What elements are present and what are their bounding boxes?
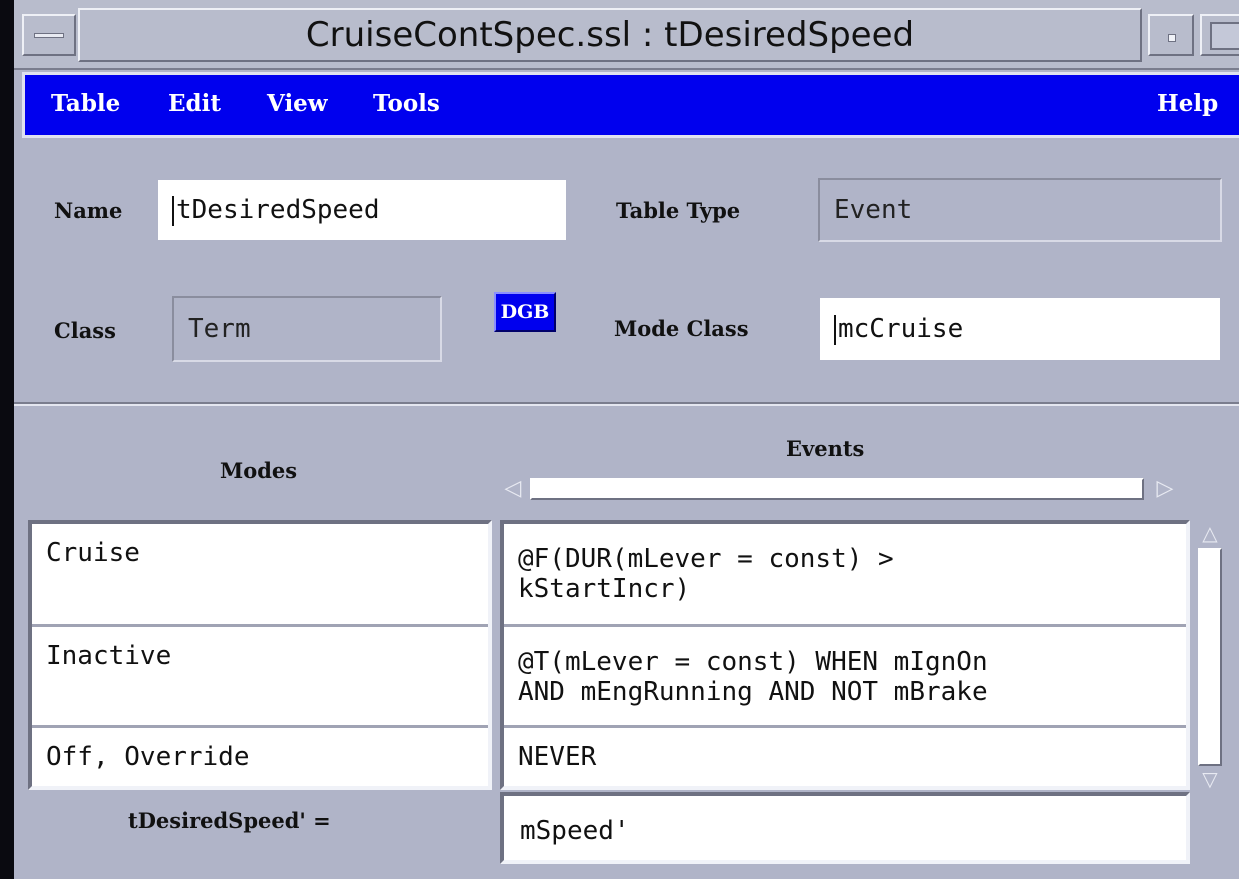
mode-cell-cruise[interactable]: Cruise bbox=[32, 524, 488, 624]
result-expression-field[interactable]: mSpeed' bbox=[500, 792, 1190, 864]
table-type-label: Table Type bbox=[616, 198, 741, 223]
event-cell-inactive[interactable]: @T(mLever = const) WHEN mIgnOn AND mEngR… bbox=[504, 627, 1186, 725]
mode-class-field[interactable]: mcCruise bbox=[818, 296, 1222, 362]
menu-help[interactable]: Help bbox=[1157, 90, 1218, 117]
mode-cell-off-override[interactable]: Off, Override bbox=[32, 728, 488, 786]
class-field: Term bbox=[172, 296, 442, 362]
menu-bar: Table Edit View Tools Help bbox=[22, 72, 1239, 138]
menu-edit[interactable]: Edit bbox=[168, 90, 221, 117]
menu-view[interactable]: View bbox=[267, 90, 328, 117]
window-menu-button[interactable] bbox=[22, 14, 76, 56]
minimize-icon bbox=[1168, 34, 1176, 42]
event-cell-off-override[interactable]: NEVER bbox=[504, 728, 1186, 786]
name-label: Name bbox=[54, 198, 123, 223]
modes-column: Cruise Inactive Off, Override bbox=[28, 520, 492, 790]
title-bar: CruiseContSpec.ssl : tDesiredSpeed bbox=[14, 0, 1239, 70]
maximize-button[interactable] bbox=[1200, 14, 1239, 56]
mode-class-label: Mode Class bbox=[614, 316, 749, 341]
menu-table[interactable]: Table bbox=[51, 90, 120, 117]
text-cursor-icon bbox=[172, 196, 174, 226]
modes-header: Modes bbox=[220, 458, 298, 483]
window-menu-icon bbox=[34, 33, 64, 38]
scroll-up-icon[interactable]: △ bbox=[1196, 520, 1224, 546]
mode-cell-inactive[interactable]: Inactive bbox=[32, 627, 488, 725]
scroll-down-icon[interactable]: ▽ bbox=[1196, 766, 1224, 792]
mode-class-value: mcCruise bbox=[838, 314, 964, 344]
scroll-right-icon[interactable]: ▷ bbox=[1152, 476, 1178, 502]
events-header: Events bbox=[786, 436, 865, 461]
horizontal-scrollbar[interactable]: ◁ ▷ bbox=[500, 474, 1178, 504]
maximize-icon bbox=[1210, 22, 1239, 50]
section-divider bbox=[14, 402, 1239, 406]
application-window: CruiseContSpec.ssl : tDesiredSpeed Table… bbox=[14, 0, 1239, 879]
text-cursor-icon bbox=[834, 315, 836, 345]
vertical-scroll-thumb[interactable] bbox=[1198, 548, 1222, 766]
class-label: Class bbox=[54, 318, 116, 343]
name-field[interactable]: tDesiredSpeed bbox=[156, 178, 568, 242]
horizontal-scroll-thumb[interactable] bbox=[530, 478, 1144, 500]
scroll-left-icon[interactable]: ◁ bbox=[500, 476, 526, 502]
menu-tools[interactable]: Tools bbox=[373, 90, 440, 117]
vertical-scrollbar[interactable]: △ ▽ bbox=[1194, 520, 1226, 792]
result-label: tDesiredSpeed' = bbox=[128, 808, 331, 833]
dgb-button[interactable]: DGB bbox=[494, 292, 556, 332]
table-type-field: Event bbox=[818, 178, 1222, 242]
minimize-button[interactable] bbox=[1148, 14, 1194, 56]
events-column: @F(DUR(mLever = const) > kStartIncr) @T(… bbox=[500, 520, 1190, 790]
event-cell-cruise[interactable]: @F(DUR(mLever = const) > kStartIncr) bbox=[504, 524, 1186, 624]
name-value: tDesiredSpeed bbox=[176, 195, 380, 225]
window-title[interactable]: CruiseContSpec.ssl : tDesiredSpeed bbox=[78, 8, 1142, 62]
